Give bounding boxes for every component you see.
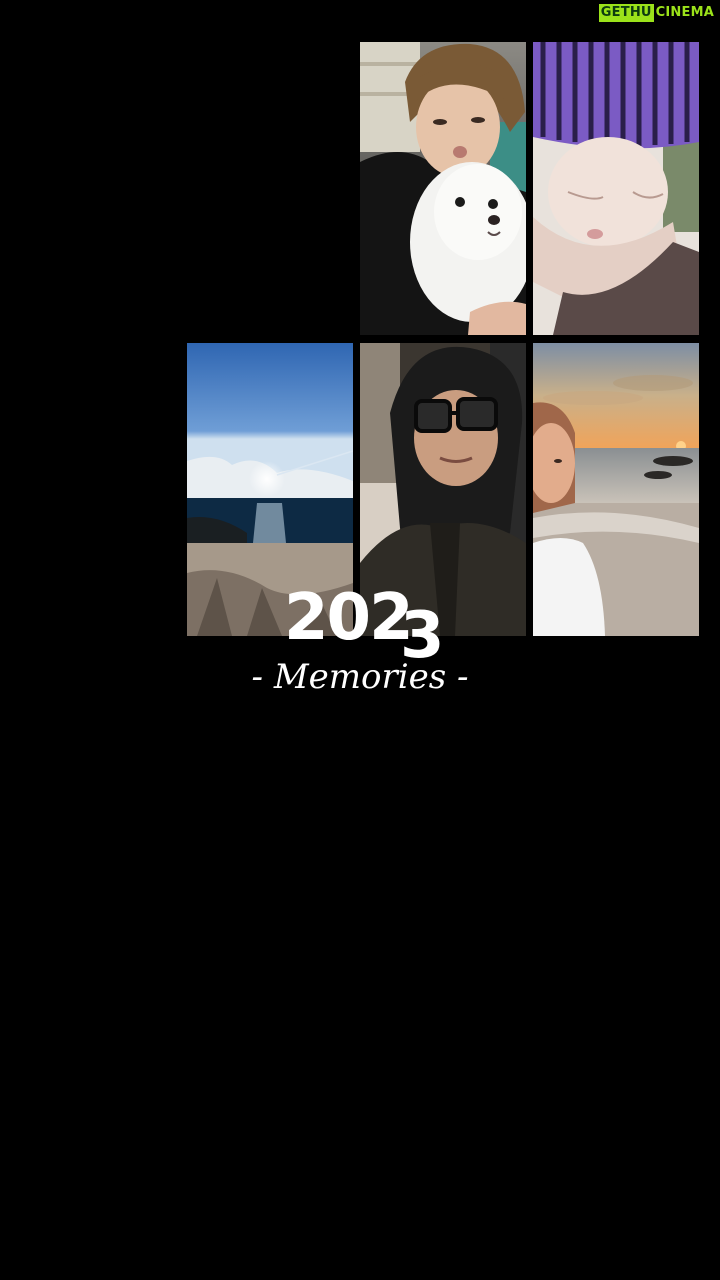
memories-subtitle: - Memories - [251,657,469,697]
year-lead: 202 [284,581,414,655]
photo-beanie-portrait [533,42,699,335]
photo-selfie-with-dog [360,42,526,335]
watermark-part1: GETHU [598,4,654,22]
watermark-logo: GETHU CINEMA [598,4,716,22]
watermark-part2: CINEMA [653,4,716,22]
photo-sunset-beach-selfie [533,343,699,636]
